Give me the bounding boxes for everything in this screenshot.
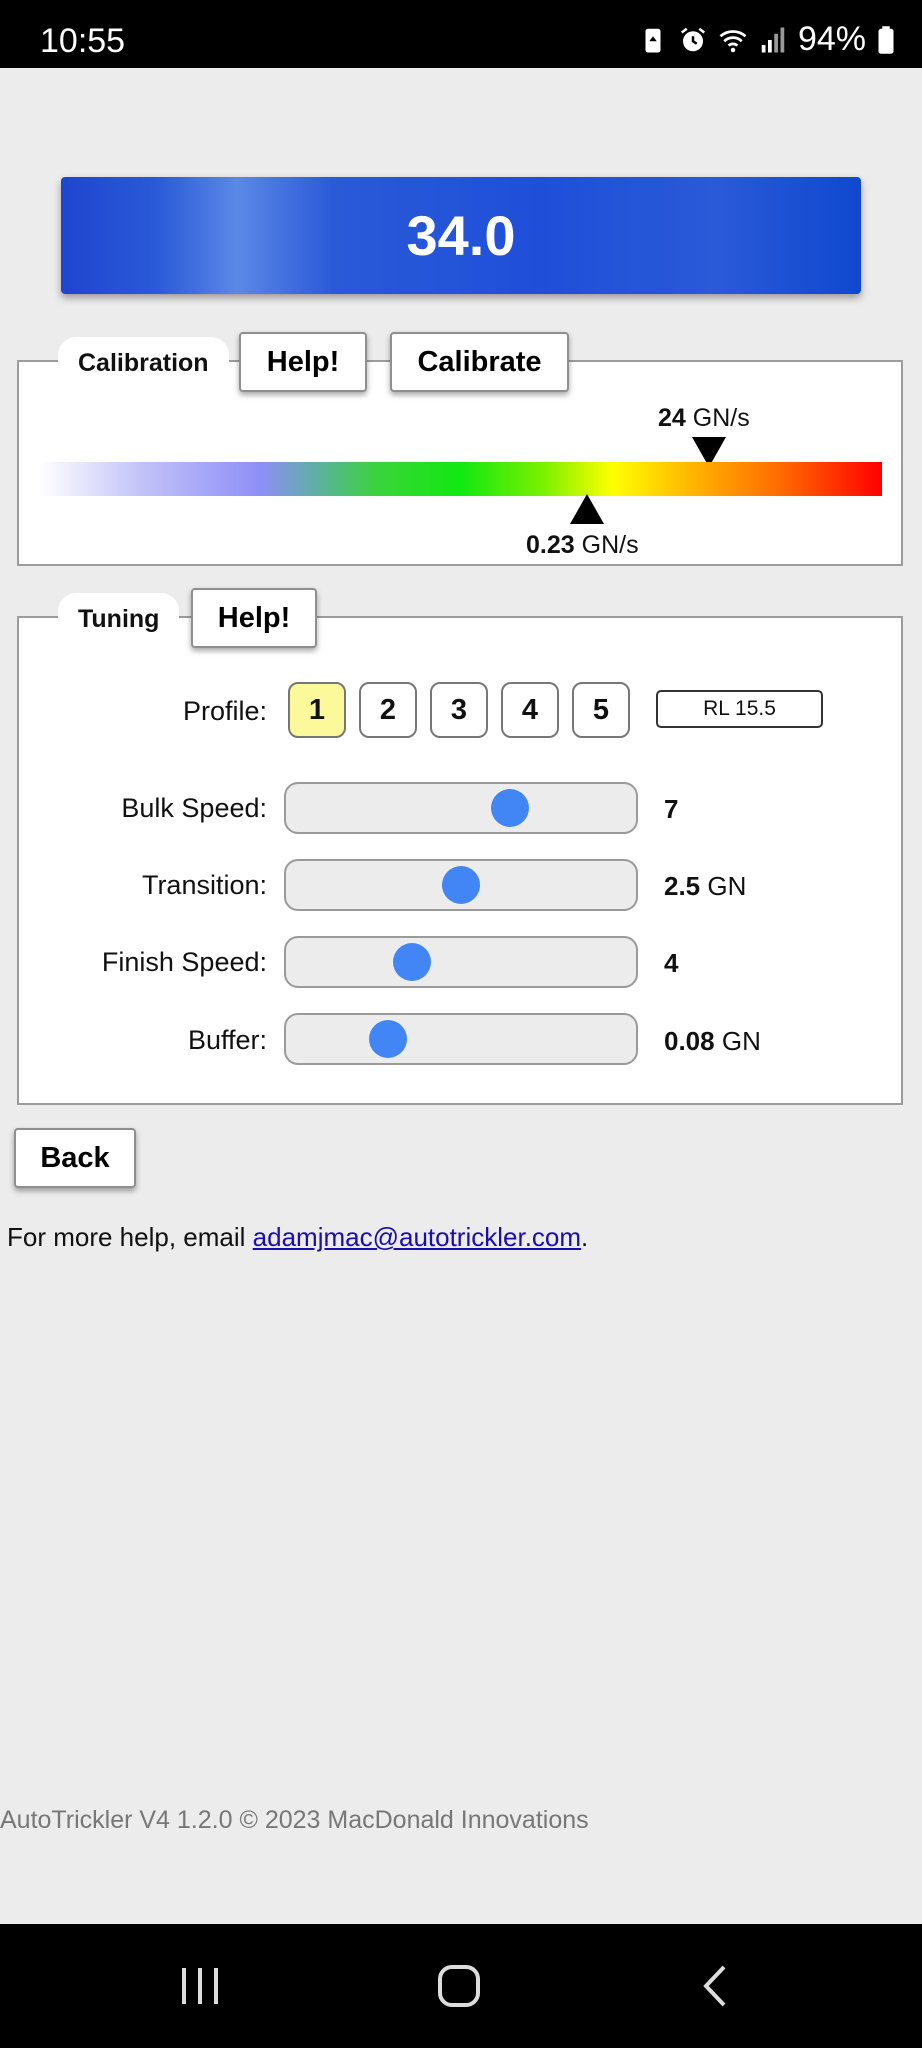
transition-number: 2.5 (664, 871, 701, 901)
buffer-slider[interactable] (284, 1013, 638, 1065)
calibration-help-button[interactable]: Help! (239, 332, 367, 392)
home-icon[interactable] (436, 1964, 482, 2008)
battery-icon (878, 25, 894, 54)
help-prefix: For more help, email (7, 1222, 253, 1252)
lower-rate-label: 0.23 GN/s (526, 531, 639, 560)
transition-slider[interactable] (284, 859, 638, 911)
bulk-speed-value: 7 (664, 794, 678, 825)
status-icons: 94% (638, 20, 896, 59)
help-text: For more help, email adamjmac@autotrickl… (7, 1222, 588, 1253)
tuning-legend: Tuning (58, 593, 180, 642)
transition-unit: GN (707, 871, 747, 901)
battery-percent: 94% (797, 20, 866, 58)
help-suffix: . (581, 1222, 589, 1252)
support-email-link[interactable]: adamjmac@autotrickler.com (253, 1222, 581, 1252)
upper-rate-label: 24 GN/s (658, 404, 750, 433)
bulk-speed-label: Bulk Speed: (121, 793, 267, 823)
navigation-bar (0, 1924, 922, 2048)
calibrate-button[interactable]: Calibrate (390, 332, 569, 392)
buffer-number: 0.08 (664, 1026, 715, 1056)
back-nav-icon[interactable] (700, 1964, 730, 2008)
transition-label: Transition: (141, 870, 267, 900)
profile-button-3[interactable]: 3 (430, 682, 488, 738)
buffer-value: 0.08 GN (664, 1026, 761, 1057)
calibration-rate-bar (40, 462, 882, 496)
lower-rate-unit: GN/s (581, 531, 639, 559)
bulk-speed-number: 7 (664, 794, 679, 824)
finish-speed-number: 4 (664, 948, 679, 978)
buffer-label: Buffer: (187, 1025, 267, 1055)
signal-icon (761, 27, 785, 52)
wifi-icon (719, 29, 747, 52)
upper-rate-unit: GN/s (692, 404, 750, 432)
profile-button-1[interactable]: 1 (288, 682, 346, 738)
battery-saver-icon (645, 28, 661, 52)
recent-apps-icon[interactable] (176, 1964, 224, 2008)
lower-rate-value: 0.23 (526, 531, 575, 559)
profile-button-2[interactable]: 2 (359, 682, 417, 738)
weight-display: 34.0 (61, 177, 861, 294)
profile-button-5[interactable]: 5 (572, 682, 630, 738)
calibration-legend: Calibration (58, 337, 229, 386)
profile-button-4[interactable]: 4 (501, 682, 559, 738)
finish-speed-value: 4 (664, 948, 678, 979)
upper-rate-value: 24 (658, 404, 686, 432)
profile-label: Profile: (182, 696, 267, 726)
slider-thumb[interactable] (368, 1020, 407, 1058)
alarm-icon (680, 27, 705, 51)
lower-rate-marker[interactable] (570, 494, 605, 524)
buffer-unit: GN (721, 1026, 761, 1056)
profile-name-field[interactable]: RL 15.5 (656, 690, 823, 728)
bulk-speed-slider[interactable] (284, 782, 638, 834)
slider-thumb[interactable] (393, 943, 431, 981)
slider-thumb[interactable] (491, 789, 529, 827)
status-bar: 10:55 94% (0, 0, 922, 68)
finish-speed-label: Finish Speed: (101, 947, 267, 977)
transition-value: 2.5 GN (664, 871, 746, 902)
slider-thumb[interactable] (442, 866, 480, 904)
version-footer: AutoTrickler V4 1.2.0 © 2023 MacDonald I… (0, 1806, 589, 1834)
back-button[interactable]: Back (14, 1128, 136, 1188)
tuning-help-button[interactable]: Help! (191, 588, 317, 648)
status-time: 10:55 (40, 22, 126, 60)
finish-speed-slider[interactable] (284, 936, 638, 988)
